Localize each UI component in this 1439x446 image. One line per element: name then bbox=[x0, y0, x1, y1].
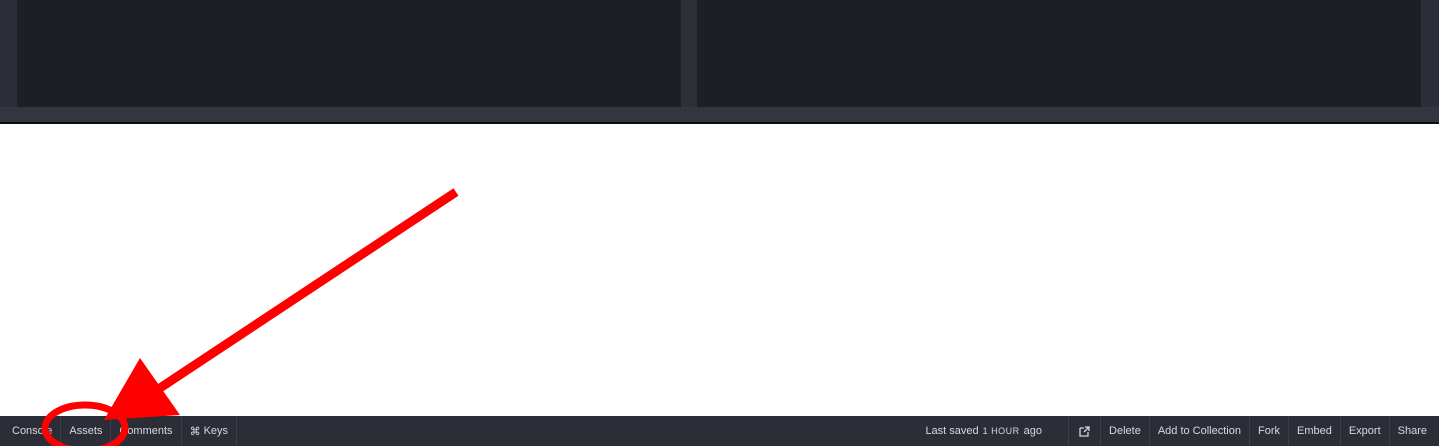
export-button[interactable]: Export bbox=[1339, 416, 1389, 446]
pane-gutter bbox=[1421, 0, 1439, 107]
add-to-collection-label: Add to Collection bbox=[1157, 425, 1241, 437]
editor-resize-bar[interactable] bbox=[0, 107, 1439, 122]
delete-label: Delete bbox=[1109, 425, 1141, 437]
saved-time: 1 hour bbox=[982, 426, 1020, 436]
delete-button[interactable]: Delete bbox=[1100, 416, 1149, 446]
embed-label: Embed bbox=[1296, 425, 1332, 437]
pane-resize-handle[interactable] bbox=[681, 0, 697, 107]
saved-prefix: Last saved bbox=[925, 425, 979, 437]
footer-bar: Console Assets Comments ⌘ Keys Last save… bbox=[0, 416, 1439, 446]
console-button[interactable]: Console bbox=[0, 416, 62, 446]
saved-suffix: ago bbox=[1023, 425, 1043, 437]
console-label: Console bbox=[12, 425, 53, 437]
assets-label: Assets bbox=[69, 425, 103, 437]
share-label: Share bbox=[1397, 425, 1427, 437]
keys-label: Keys bbox=[203, 425, 229, 437]
embed-button[interactable]: Embed bbox=[1287, 416, 1340, 446]
result-preview[interactable] bbox=[0, 124, 1439, 416]
external-link-icon bbox=[1079, 425, 1090, 437]
footer-left: Console Assets Comments ⌘ Keys bbox=[0, 416, 238, 446]
last-saved-status: Last saved 1 hour ago bbox=[917, 425, 1068, 437]
fork-button[interactable]: Fork bbox=[1248, 416, 1288, 446]
comments-label: Comments bbox=[119, 425, 173, 437]
add-to-collection-button[interactable]: Add to Collection bbox=[1148, 416, 1249, 446]
editor-pane-right[interactable] bbox=[697, 0, 1421, 107]
editor-area bbox=[0, 0, 1439, 124]
open-external-button[interactable] bbox=[1068, 416, 1100, 446]
keys-button[interactable]: ⌘ Keys bbox=[182, 416, 238, 446]
footer-right: Last saved 1 hour ago Delete Add to Coll… bbox=[917, 416, 1439, 446]
export-label: Export bbox=[1348, 425, 1381, 437]
comments-button[interactable]: Comments bbox=[111, 416, 182, 446]
assets-button[interactable]: Assets bbox=[61, 416, 112, 446]
editor-pane-left[interactable] bbox=[17, 0, 681, 107]
fork-label: Fork bbox=[1257, 425, 1280, 437]
command-icon: ⌘ bbox=[189, 425, 201, 438]
share-button[interactable]: Share bbox=[1388, 416, 1439, 446]
